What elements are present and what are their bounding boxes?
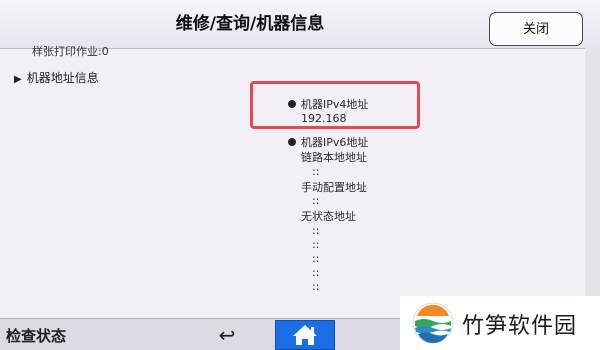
stateless-address-value: ::	[312, 252, 320, 265]
link-local-label: 链路本地地址	[301, 151, 367, 164]
manual-address-value: ::	[312, 194, 320, 207]
stateless-address-value: ::	[312, 280, 320, 293]
ipv6-bullet-icon	[288, 138, 296, 146]
check-status-button[interactable]: 检查状态	[6, 325, 66, 346]
scrollbar-track[interactable]	[585, 48, 600, 318]
manual-address-label: 手动配置地址	[301, 181, 367, 194]
ipv4-value: 192.168	[301, 112, 347, 125]
ipv6-heading: 机器IPv6地址	[301, 136, 369, 149]
bamboo-logo-icon	[412, 302, 454, 344]
stateless-address-value: ::	[312, 224, 320, 237]
link-local-value: ::	[312, 165, 320, 178]
back-button[interactable]: ↩	[202, 321, 252, 349]
ipv4-bullet-icon	[288, 100, 296, 108]
home-button[interactable]	[275, 320, 335, 350]
machine-info-screen: 维修/查询/机器信息 关闭 样张打印作业:0 ▶ 机器地址信息 机器IPv4地址 …	[0, 0, 600, 350]
watermark-text: 竹笋软件园	[462, 314, 578, 339]
stateless-address-value: ::	[312, 266, 320, 279]
stateless-address-label: 无状态地址	[301, 210, 356, 223]
watermark-logo: 竹笋软件园	[400, 296, 600, 350]
ipv4-heading: 机器IPv4地址	[301, 98, 369, 111]
stateless-address-value: ::	[312, 238, 320, 251]
home-icon	[293, 325, 317, 345]
back-arrow-icon: ↩	[218, 323, 236, 347]
